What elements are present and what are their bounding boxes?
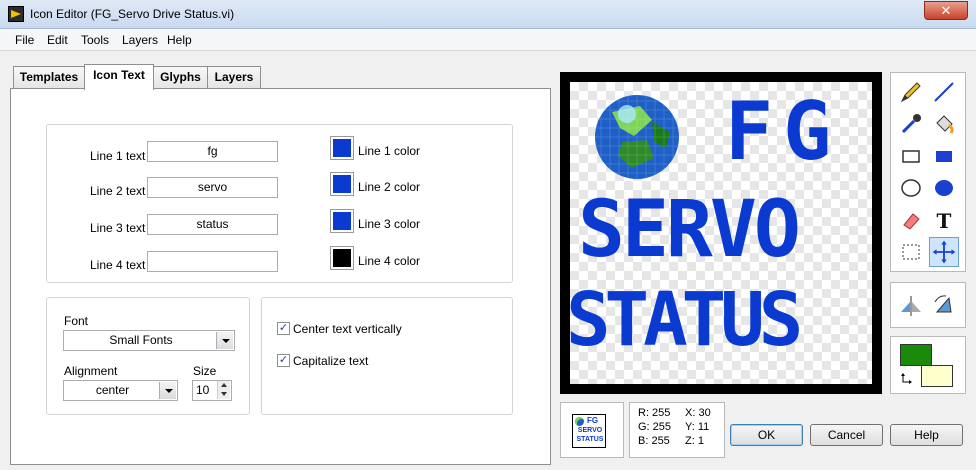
- text-tool-icon[interactable]: T: [929, 205, 959, 235]
- z-coordinate: Z: 1: [685, 435, 704, 447]
- swap-colors-icon[interactable]: [900, 370, 916, 386]
- foreground-color-swatch[interactable]: [900, 344, 932, 366]
- line-1-color-swatch[interactable]: [330, 136, 354, 160]
- y-coordinate: Y: 11: [685, 421, 710, 433]
- canvas-line-2: SERVO: [578, 185, 801, 275]
- line-3-text-field[interactable]: status: [147, 214, 278, 235]
- pixel-info-panel: R: 255 G: 255 B: 255 X: 30 Y: 11 Z: 1: [629, 402, 725, 458]
- pencil-tool-icon[interactable]: [896, 77, 926, 107]
- rotate-icon[interactable]: [929, 290, 959, 320]
- ellipse-tool-icon[interactable]: [896, 173, 926, 203]
- red-value: R: 255: [638, 407, 671, 419]
- tool-palette: T: [890, 72, 966, 272]
- filled-ellipse-tool-icon[interactable]: [929, 173, 959, 203]
- blue-value: B: 255: [638, 435, 670, 447]
- capitalize-checkbox[interactable]: ✓: [277, 354, 290, 367]
- canvas-line-1: FG: [725, 85, 842, 178]
- line-3-label: Line 3 text: [90, 221, 146, 235]
- font-dropdown[interactable]: Small Fonts: [63, 330, 235, 351]
- icon-canvas-frame: FG SERVO STATUS: [560, 72, 882, 394]
- line-4-label: Line 4 text: [90, 258, 146, 272]
- menu-help[interactable]: Help: [167, 33, 192, 47]
- text-options-group: ✓ Center text vertically ✓ Capitalize te…: [261, 297, 513, 415]
- line-1-label: Line 1 text: [90, 149, 146, 163]
- tab-icon-text[interactable]: Icon Text: [84, 64, 154, 90]
- line-text-group: Line 1 text fg Line 2 text servo Line 3 …: [46, 124, 513, 283]
- tab-layers[interactable]: Layers: [207, 66, 261, 89]
- flip-rotate-palette: [890, 282, 966, 328]
- alignment-dropdown[interactable]: center: [63, 380, 178, 401]
- stepper-up-icon[interactable]: [217, 381, 230, 390]
- close-button[interactable]: ✕: [924, 1, 968, 20]
- line-tool-icon[interactable]: [929, 77, 959, 107]
- font-label: Font: [64, 314, 89, 328]
- ok-button[interactable]: OK: [730, 424, 803, 446]
- help-button[interactable]: Help: [890, 424, 963, 446]
- line-1-color-label: Line 1 color: [358, 144, 421, 158]
- size-value: 10: [196, 383, 210, 397]
- fill-bucket-icon[interactable]: [929, 109, 959, 139]
- window-title: Icon Editor (FG_Servo Drive Status.vi): [30, 7, 235, 21]
- menu-tools[interactable]: Tools: [81, 33, 109, 47]
- font-group: Font Small Fonts Alignment center Size 1…: [46, 297, 250, 415]
- canvas-line-3: STATUS: [570, 277, 803, 363]
- filled-rectangle-tool-icon[interactable]: [929, 141, 959, 171]
- eraser-tool-icon[interactable]: [896, 205, 926, 235]
- line-3-color-label: Line 3 color: [358, 217, 421, 231]
- icon-preview-panel: FG SERVO STATUS: [560, 402, 624, 458]
- tab-templates[interactable]: Templates: [13, 66, 85, 89]
- line-2-label: Line 2 text: [90, 184, 146, 198]
- icon-text-panel: Line 1 text fg Line 2 text servo Line 3 …: [10, 88, 551, 465]
- cancel-button[interactable]: Cancel: [810, 424, 883, 446]
- labview-app-icon: [8, 6, 24, 22]
- select-tool-icon[interactable]: [896, 237, 926, 267]
- globe-preview-icon: [575, 417, 584, 426]
- tab-glyphs[interactable]: Glyphs: [153, 66, 208, 89]
- size-label: Size: [193, 364, 217, 378]
- stepper-down-icon[interactable]: [217, 390, 230, 399]
- icon-preview: FG SERVO STATUS: [572, 414, 606, 448]
- line-4-color-swatch[interactable]: [330, 246, 354, 270]
- line-2-color-swatch[interactable]: [330, 172, 354, 196]
- preview-line-3: STATUS: [576, 436, 604, 443]
- preview-line-1: FG: [587, 416, 599, 425]
- rectangle-tool-icon[interactable]: [896, 141, 926, 171]
- background-color-swatch[interactable]: [921, 365, 953, 387]
- font-value: Small Fonts: [109, 333, 173, 347]
- flip-horizontal-icon[interactable]: [896, 290, 926, 320]
- center-vertically-label: Center text vertically: [293, 322, 402, 336]
- preview-line-2: SERVO: [577, 427, 603, 434]
- svg-text:T: T: [937, 209, 952, 233]
- line-2-text-field[interactable]: servo: [147, 177, 278, 198]
- chevron-down-icon: [159, 382, 176, 399]
- line-4-color-label: Line 4 color: [358, 254, 421, 268]
- icon-canvas[interactable]: FG SERVO STATUS: [570, 82, 872, 384]
- move-tool-icon[interactable]: [929, 237, 959, 267]
- title-bar: Icon Editor (FG_Servo Drive Status.vi) ✕: [0, 0, 976, 29]
- line-1-text-field[interactable]: fg: [147, 141, 278, 162]
- color-picker-icon[interactable]: [896, 109, 926, 139]
- menu-bar: File Edit Tools Layers Help: [0, 29, 976, 51]
- size-stepper[interactable]: 10: [192, 380, 232, 401]
- alignment-value: center: [95, 383, 130, 397]
- globe-glyph-icon: [592, 92, 682, 182]
- x-coordinate: X: 30: [685, 407, 711, 419]
- menu-layers[interactable]: Layers: [122, 33, 158, 47]
- menu-edit[interactable]: Edit: [47, 33, 68, 47]
- menu-file[interactable]: File: [15, 33, 34, 47]
- color-palette: [890, 336, 966, 394]
- line-4-text-field[interactable]: [147, 251, 278, 272]
- line-3-color-swatch[interactable]: [330, 209, 354, 233]
- green-value: G: 255: [638, 421, 672, 433]
- center-vertically-checkbox[interactable]: ✓: [277, 322, 290, 335]
- alignment-label: Alignment: [64, 364, 118, 378]
- line-2-color-label: Line 2 color: [358, 180, 421, 194]
- capitalize-label: Capitalize text: [293, 354, 369, 368]
- chevron-down-icon: [216, 332, 233, 349]
